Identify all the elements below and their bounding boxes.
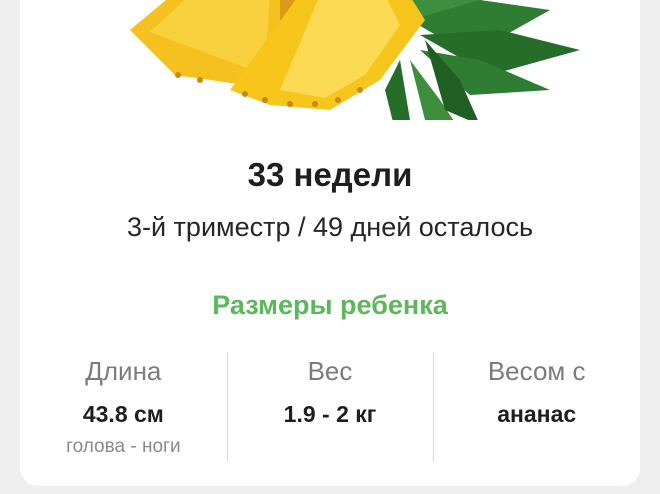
stat-value: 1.9 - 2 кг — [283, 401, 377, 427]
week-title: 33 недели — [247, 156, 413, 193]
stat-value: ананас — [497, 401, 577, 427]
baby-size-title: Размеры ребенка — [212, 290, 448, 320]
stat-value: 43.8 см — [82, 401, 164, 427]
stat-note: голова - ноги — [66, 436, 181, 457]
stat-label: Весом с — [487, 356, 586, 386]
pineapple-illustration — [130, 0, 580, 120]
stat-length: Длина 43.8 см голова - ноги — [20, 352, 227, 464]
week-subtitle: 3-й триместр / 49 дней осталось — [126, 212, 534, 242]
stat-label: Вес — [307, 356, 353, 386]
baby-size-stats: Длина 43.8 см голова - ноги Вес 1.9 - 2 … — [20, 352, 640, 464]
stat-weight: Вес 1.9 - 2 кг — [226, 352, 434, 464]
stat-fruit-comparison: Весом с ананас — [433, 352, 640, 464]
stat-label: Длина — [85, 356, 162, 386]
week-info-card: 33 недели 3-й триместр / 49 дней осталос… — [20, 0, 640, 486]
